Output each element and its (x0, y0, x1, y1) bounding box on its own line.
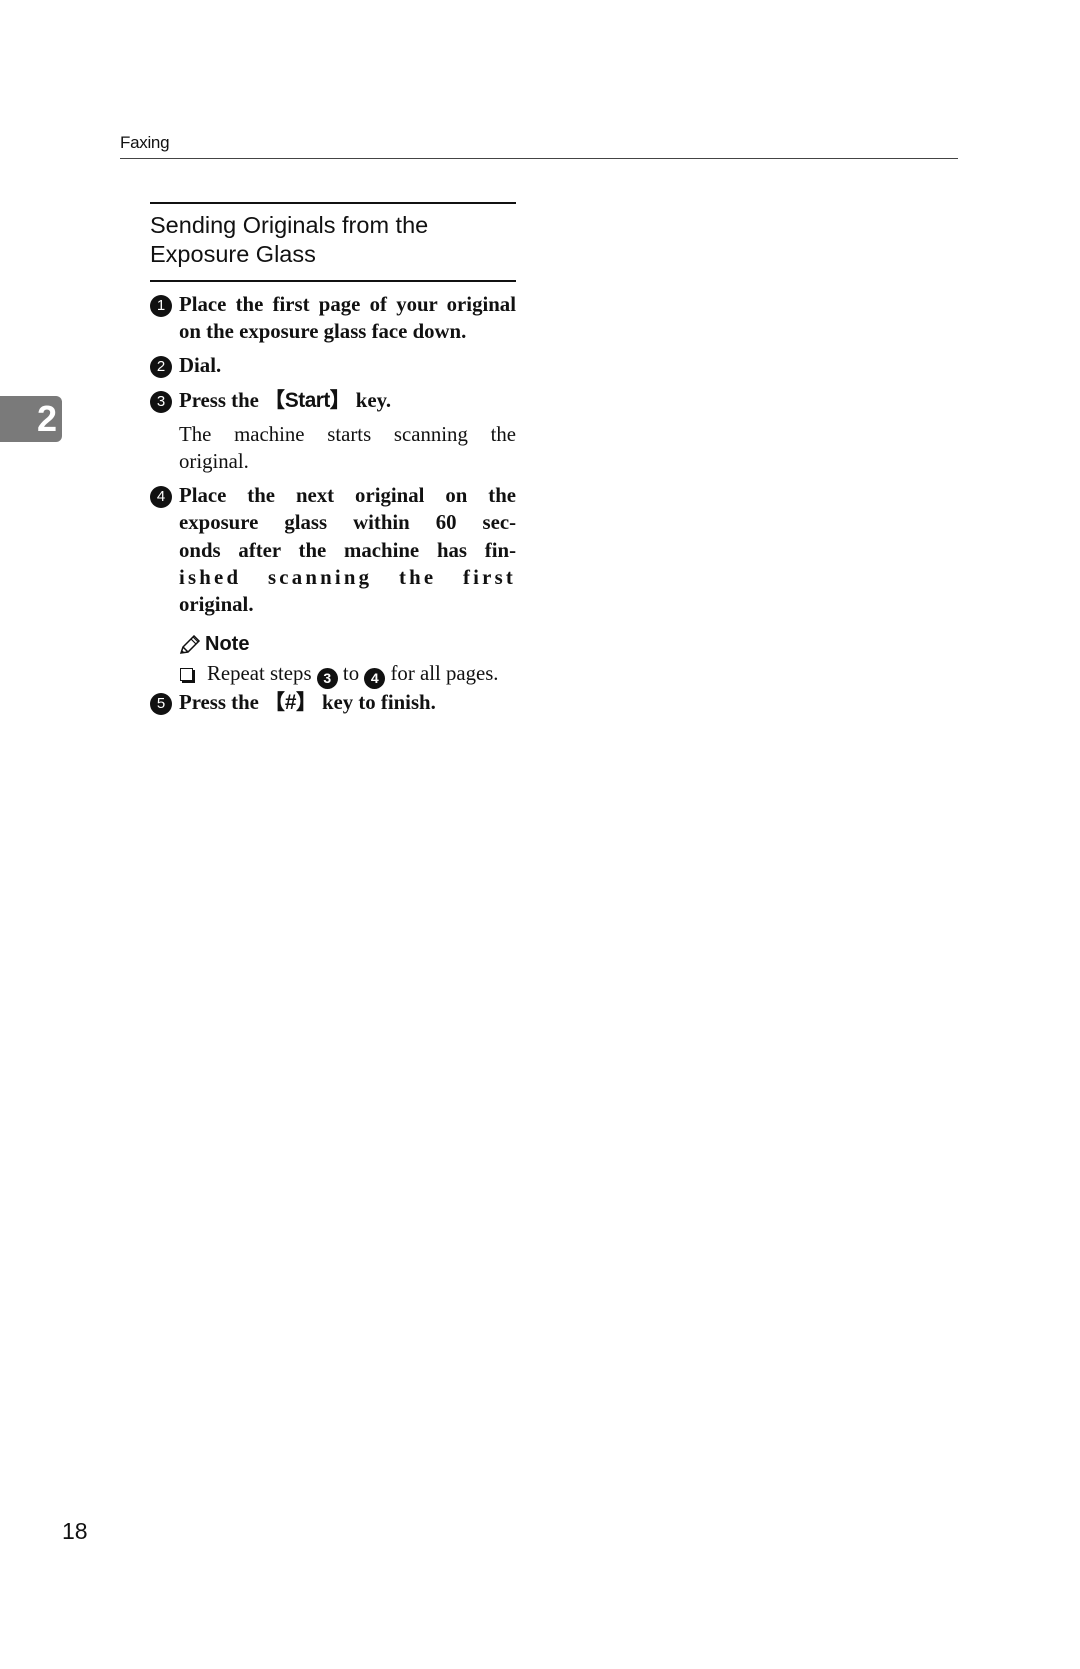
step-reference-badge: 3 (316, 668, 338, 690)
header-rule (120, 158, 958, 159)
step-text: Place the first page of your original on… (179, 293, 516, 344)
note-text-suffix: for all pages. (385, 662, 499, 686)
section-title: Sending Originals from the Exposure Glas… (150, 211, 516, 269)
step-text-prefix: Press the (179, 388, 265, 412)
key-bracket-open: 【 (264, 690, 285, 715)
steps-list: 1 Place the first page of your original … (150, 291, 516, 716)
step-text-line-2: onds after the machine has fin- (179, 538, 516, 562)
step-number-badge: 1 (150, 295, 172, 317)
step-number-badge: 3 (150, 390, 172, 413)
step-2: 2 Dial. (150, 352, 516, 379)
step-1: 1 Place the first page of your original … (150, 291, 516, 345)
hash-key-label: # (284, 691, 297, 715)
step-reference-badge: 4 (364, 668, 386, 690)
chapter-tab: 2 (0, 396, 62, 442)
step-text-suffix: key to finish. (316, 691, 436, 715)
key-bracket-open: 【 (264, 387, 285, 412)
note-text-middle: to (337, 662, 365, 686)
note-item: Repeat steps 3 to 4 for all pages. (150, 660, 516, 690)
step-text-line-3: ished scanning the first (179, 565, 516, 589)
section-title-line-1: Sending Originals from the (150, 212, 429, 238)
step-4: 4 Place the next original on the exposur… (150, 482, 516, 618)
step-5: 5 Press the 【#】 key to finish. (150, 689, 516, 716)
section-title-line-2: Exposure Glass (150, 241, 316, 267)
note-heading: Note (150, 633, 516, 656)
step-text: Dial. (179, 354, 222, 378)
step-3: 3 Press the 【Start】 key. (150, 387, 516, 414)
section-top-rule (150, 202, 516, 204)
start-key-label: Start (284, 388, 330, 412)
step-text-line-1: Place the next original on the exposure … (179, 484, 516, 535)
step-number-badge: 4 (150, 486, 172, 509)
note-text-prefix: Repeat steps (207, 662, 317, 686)
page-number: 18 (62, 1518, 88, 1544)
chapter-number: 2 (36, 398, 57, 439)
step-number-badge: 5 (150, 693, 172, 716)
step-text-suffix: key. (350, 388, 392, 412)
running-head: Faxing (120, 133, 170, 152)
step-text-line-4: original. (179, 593, 254, 617)
section-bottom-rule (150, 280, 516, 282)
key-bracket-close: 】 (329, 387, 351, 412)
step-number-badge: 2 (150, 356, 172, 379)
note-label: Note (205, 633, 250, 656)
step-text-prefix: Press the (179, 691, 265, 715)
key-bracket-close: 】 (295, 690, 317, 715)
checkbox-bullet-icon (180, 668, 193, 682)
pencil-icon (179, 634, 201, 654)
step-3-description: The machine starts scanning the original… (179, 422, 516, 474)
